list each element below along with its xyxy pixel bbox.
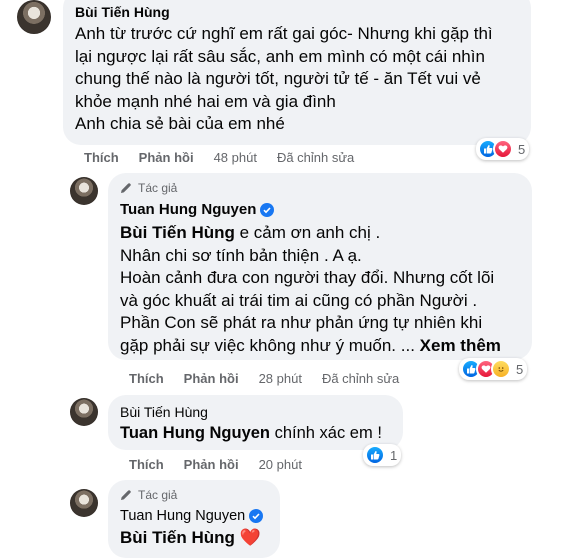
care-reaction-icon xyxy=(491,359,511,379)
verified-badge-icon xyxy=(260,203,275,217)
comment-actions: Thích Phản hồi 28 phút Đã chỉnh sửa xyxy=(129,371,399,386)
reaction-summary[interactable]: 5 xyxy=(476,138,530,160)
reply-button[interactable]: Phản hồi xyxy=(139,150,194,165)
avatar[interactable] xyxy=(70,177,98,205)
comment-bubble: Bùi Tiến Hùng Tuan Hung Nguyen chính xác… xyxy=(108,395,403,450)
avatar[interactable] xyxy=(70,398,98,426)
like-reaction-icon xyxy=(365,445,385,465)
avatar[interactable] xyxy=(17,0,51,34)
reaction-count: 1 xyxy=(390,447,398,463)
mention-link[interactable]: Tuan Hung Nguyen xyxy=(120,424,270,442)
reaction-count: 5 xyxy=(516,361,524,377)
mention-link[interactable]: Bùi Tiến Hùng xyxy=(120,528,235,547)
comment-timestamp[interactable]: 48 phút xyxy=(214,150,257,165)
heart-emoji: ❤️ xyxy=(239,528,261,547)
like-button[interactable]: Thích xyxy=(129,371,164,386)
edited-label: Đã chỉnh sửa xyxy=(276,150,355,165)
comment-text: Anh từ trước cứ nghĩ em rất gai góc- Như… xyxy=(75,24,493,133)
author-badge: Tác giả xyxy=(120,488,268,502)
avatar[interactable] xyxy=(70,489,98,517)
reply-button[interactable]: Phản hồi xyxy=(184,371,239,386)
like-button[interactable]: Thích xyxy=(84,150,119,165)
see-more-link[interactable]: Xem thêm xyxy=(420,336,501,355)
comment-bubble: Tác giả Tuan Hung Nguyen Bùi Tiến Hùng ❤… xyxy=(108,480,280,558)
mention-link[interactable]: Bùi Tiến Hùng xyxy=(120,223,235,242)
comment-actions: Thích Phản hồi 20 phút xyxy=(129,457,302,472)
comment-author[interactable]: Tuan Hung Nguyen xyxy=(120,201,520,218)
reaction-count: 5 xyxy=(518,141,526,157)
comment-text: Tuan Hung Nguyen chính xác em ! xyxy=(120,424,382,442)
comment-author[interactable]: Bùi Tiến Hùng xyxy=(120,404,391,420)
comment-timestamp[interactable]: 28 phút xyxy=(259,371,302,386)
comment-author[interactable]: Tuan Hung Nguyen xyxy=(120,508,268,524)
comment-timestamp[interactable]: 20 phút xyxy=(259,457,302,472)
verified-badge-icon xyxy=(249,509,264,523)
pen-icon xyxy=(121,183,131,193)
reply-button[interactable]: Phản hồi xyxy=(184,457,239,472)
reaction-summary[interactable]: 5 xyxy=(459,358,528,380)
like-button[interactable]: Thích xyxy=(129,457,164,472)
love-reaction-icon xyxy=(493,139,513,159)
edited-label: Đã chỉnh sửa xyxy=(321,371,400,386)
comment-text: Bùi Tiến Hùng ❤️ xyxy=(120,527,268,550)
comment-bubble: Tác giả Tuan Hung Nguyen Bùi Tiến Hùng e… xyxy=(108,173,532,360)
author-badge: Tác giả xyxy=(120,181,520,195)
comment-actions: Thích Phản hồi 48 phút Đã chỉnh sửa xyxy=(84,150,354,165)
pen-icon xyxy=(121,490,131,500)
comment-author[interactable]: Bùi Tiến Hùng xyxy=(75,4,519,20)
comment-text: Bùi Tiến Hùng e cảm ơn anh chị . Nhân ch… xyxy=(120,223,501,355)
reaction-summary[interactable]: 1 xyxy=(363,444,402,466)
comment-bubble: Bùi Tiến Hùng Anh từ trước cứ nghĩ em rấ… xyxy=(63,0,531,145)
